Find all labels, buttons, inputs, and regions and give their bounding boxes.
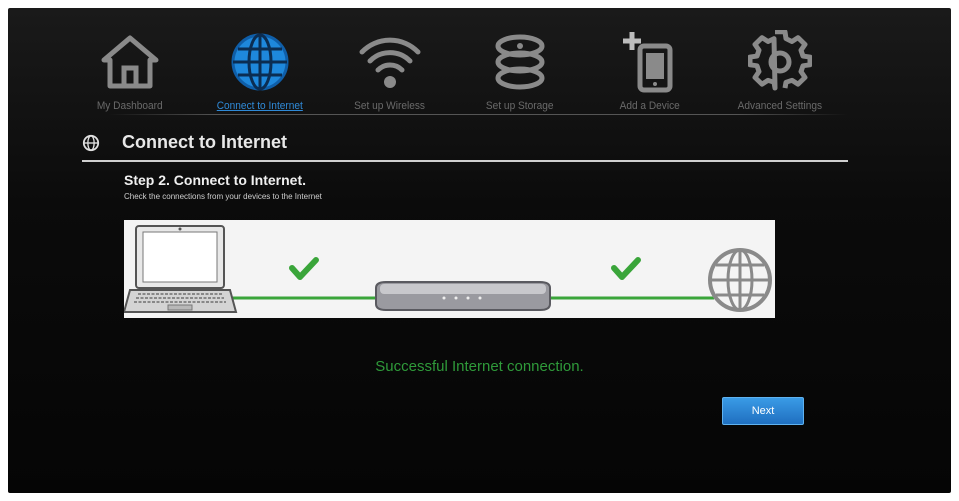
nav-item-label: Set up Wireless (354, 100, 426, 112)
step-title: Step 2. Connect to Internet. (124, 172, 307, 188)
laptop-icon (122, 225, 238, 313)
globe-icon (82, 134, 100, 151)
nav-item-my-dashboard[interactable]: My Dashboard (70, 20, 190, 120)
page-title: Connect to Internet (122, 132, 287, 152)
top-navigation: My Dashboard Connect to Internet Set up … (8, 8, 951, 118)
nav-item-add-a-device[interactable]: Add a Device (590, 20, 710, 120)
wifi-icon (359, 37, 421, 88)
connection-diagram (122, 220, 775, 318)
gear-icon (748, 30, 812, 91)
nav-item-label: Set up Storage (486, 100, 554, 112)
next-button[interactable]: Next (722, 397, 804, 425)
connection-status-message: Successful Internet connection. (375, 358, 584, 375)
nav-divider (108, 114, 848, 115)
home-icon (101, 35, 159, 89)
nav-item-set-up-storage[interactable]: Set up Storage (460, 20, 580, 120)
header-divider (82, 160, 848, 162)
page-header: Connect to Internet (82, 132, 287, 153)
checkmark-icon (289, 257, 319, 280)
nav-item-set-up-wireless[interactable]: Set up Wireless (330, 20, 450, 120)
nav-item-label: Connect to Internet (216, 100, 304, 112)
nav-item-advanced-settings[interactable]: Advanced Settings (720, 20, 840, 120)
nav-item-connect-to-internet[interactable]: Connect to Internet (200, 20, 320, 120)
add-device-icon (623, 32, 673, 93)
nav-item-label: My Dashboard (97, 100, 163, 112)
checkmark-icon (611, 257, 641, 280)
storage-icon (495, 34, 545, 90)
nav-item-label: Add a Device (619, 100, 681, 112)
router-setup-window: My Dashboard Connect to Internet Set up … (8, 8, 951, 493)
globe-icon (231, 33, 289, 91)
step-subtitle: Check the connections from your devices … (124, 192, 322, 201)
nav-item-label: Advanced Settings (737, 100, 823, 112)
router-icon (375, 281, 551, 311)
globe-icon (708, 248, 772, 312)
connection-diagram-graphic (122, 225, 772, 313)
